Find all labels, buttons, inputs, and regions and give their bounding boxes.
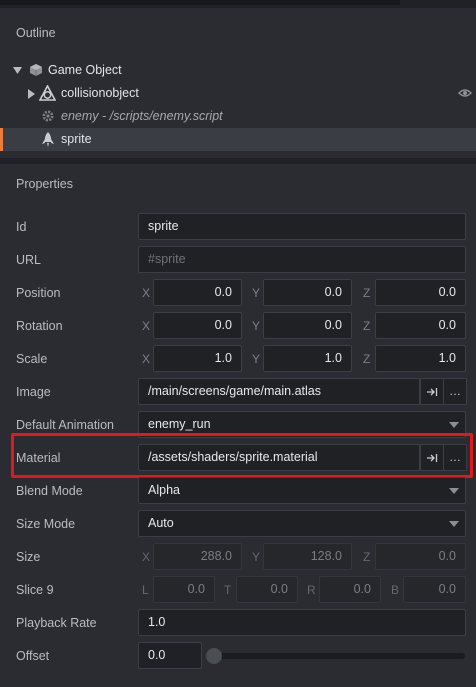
scale-y-axis-label: Y (252, 352, 261, 366)
outline-panel: Outline Game Object collisionobject enem… (0, 8, 476, 158)
slice9-b-field: 0.0 (403, 576, 466, 603)
blend-mode-dropdown[interactable]: Alpha (138, 477, 466, 504)
position-x-axis-label: X (142, 286, 151, 300)
offset-slider-track[interactable] (208, 653, 465, 659)
outline-title: Outline (16, 26, 56, 40)
id-field[interactable]: sprite (138, 213, 466, 240)
playback-rate-label: Playback Rate (16, 616, 97, 630)
tree-item-label: Game Object (48, 63, 122, 77)
position-z-field[interactable]: 0.0 (375, 279, 466, 306)
ellipsis-icon: … (449, 384, 461, 398)
id-label: Id (16, 220, 27, 234)
tree-item-game-object[interactable]: Game Object (0, 59, 476, 82)
slice9-label: Slice 9 (16, 583, 54, 597)
tree-item-label: collisionobject (61, 86, 139, 100)
size-x-field: 288.0 (153, 543, 242, 570)
rotation-z-field[interactable]: 0.0 (375, 312, 466, 339)
sprite-rocket-icon (42, 132, 54, 147)
position-z-axis-label: Z (363, 286, 371, 300)
rotation-x-field[interactable]: 0.0 (153, 312, 242, 339)
script-gear-icon (42, 110, 54, 122)
rotation-z-axis-label: Z (363, 319, 371, 333)
scale-z-axis-label: Z (363, 352, 371, 366)
playback-rate-field[interactable]: 1.0 (138, 609, 466, 636)
image-field[interactable]: /main/screens/game/main.atlas (138, 378, 420, 405)
tree-item-collisionobject[interactable]: collisionobject (0, 82, 476, 105)
size-label: Size (16, 550, 41, 564)
material-highlight-box (11, 433, 473, 478)
tree-item-label: sprite (61, 132, 92, 146)
rotation-label: Rotation (16, 319, 63, 333)
offset-field[interactable]: 0.0 (138, 642, 202, 669)
scale-y-field[interactable]: 1.0 (263, 345, 352, 372)
tree-item-enemy-script[interactable]: enemy - /scripts/enemy.script (0, 105, 476, 128)
game-object-cube-icon (30, 64, 42, 76)
slice9-b-axis-label: B (391, 583, 400, 597)
rotation-y-field[interactable]: 0.0 (263, 312, 352, 339)
selection-indicator (0, 128, 3, 151)
slice9-t-axis-label: T (224, 583, 232, 597)
slice9-r-axis-label: R (307, 583, 316, 597)
scale-label: Scale (16, 352, 48, 366)
expand-arrow-down-icon[interactable] (13, 67, 22, 75)
size-z-field: 0.0 (375, 543, 466, 570)
size-y-field: 128.0 (263, 543, 352, 570)
image-label: Image (16, 385, 51, 399)
chevron-down-icon[interactable] (442, 477, 466, 504)
default-animation-label: Default Animation (16, 418, 114, 432)
slice9-t-field: 0.0 (236, 576, 298, 603)
slice9-l-axis-label: L (142, 583, 149, 597)
scale-z-field[interactable]: 1.0 (375, 345, 466, 372)
image-open-button[interactable] (420, 378, 444, 405)
image-browse-button[interactable]: … (443, 378, 467, 405)
scale-x-axis-label: X (142, 352, 151, 366)
collision-object-icon (39, 85, 56, 101)
slice9-r-field: 0.0 (319, 576, 381, 603)
position-label: Position (16, 286, 61, 300)
tree-item-label: enemy - /scripts/enemy.script (61, 109, 223, 123)
size-z-axis-label: Z (363, 550, 371, 564)
size-mode-label: Size Mode (16, 517, 76, 531)
expand-arrow-right-icon[interactable] (28, 89, 35, 99)
position-y-axis-label: Y (252, 286, 261, 300)
size-y-axis-label: Y (252, 550, 261, 564)
url-label: URL (16, 253, 42, 267)
offset-slider-handle[interactable] (206, 648, 222, 664)
tree-item-sprite[interactable]: sprite (0, 128, 476, 151)
properties-title: Properties (16, 177, 73, 191)
chevron-down-icon[interactable] (442, 510, 466, 537)
tab-strip (0, 0, 400, 5)
visibility-eye-icon[interactable] (458, 88, 472, 98)
position-y-field[interactable]: 0.0 (263, 279, 352, 306)
blend-mode-label: Blend Mode (16, 484, 83, 498)
go-to-resource-icon (427, 388, 438, 396)
size-x-axis-label: X (142, 550, 151, 564)
offset-label: Offset (16, 649, 50, 663)
scale-x-field[interactable]: 1.0 (153, 345, 242, 372)
position-x-field[interactable]: 0.0 (153, 279, 242, 306)
rotation-x-axis-label: X (142, 319, 151, 333)
slice9-l-field: 0.0 (153, 576, 215, 603)
size-mode-dropdown[interactable]: Auto (138, 510, 466, 537)
url-field[interactable]: #sprite (138, 246, 466, 273)
rotation-y-axis-label: Y (252, 319, 261, 333)
